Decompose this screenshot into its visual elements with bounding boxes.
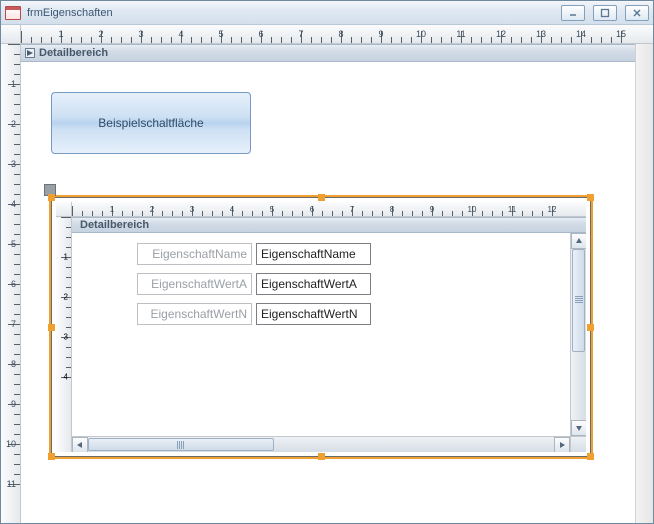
subform-horizontal-scrollbar[interactable]	[72, 436, 570, 452]
design-canvas[interactable]: Detailbereich Beispielschaltfläche	[21, 44, 653, 523]
subform-inner: 123456789101112 1234 Detailbereich	[56, 202, 586, 452]
field-label[interactable]: EigenschaftName	[137, 243, 252, 265]
subform-vertical-ruler[interactable]: 1234	[56, 217, 72, 452]
window-title: frmEigenschaften	[27, 7, 553, 19]
resize-handle[interactable]	[48, 324, 55, 331]
field-textbox[interactable]: EigenschaftWertN	[256, 303, 371, 325]
expand-icon	[25, 48, 35, 58]
resize-handle[interactable]	[318, 453, 325, 460]
field-row[interactable]: EigenschaftWertN EigenschaftWertN	[137, 303, 371, 325]
titlebar: frmEigenschaften	[1, 1, 653, 25]
scroll-left-button[interactable]	[72, 437, 88, 452]
form-icon	[5, 6, 21, 20]
resize-handle[interactable]	[587, 194, 594, 201]
field-textbox[interactable]: EigenschaftName	[256, 243, 371, 265]
vertical-ruler[interactable]: 1234567891011	[1, 44, 21, 523]
scroll-track[interactable]	[88, 437, 554, 452]
resize-handle[interactable]	[48, 453, 55, 460]
maximize-button[interactable]	[593, 5, 617, 21]
field-label[interactable]: EigenschaftWertN	[137, 303, 252, 325]
subform-vertical-scrollbar[interactable]	[570, 233, 586, 436]
scroll-corner	[570, 436, 586, 452]
select-all-corner[interactable]	[1, 25, 21, 43]
detail-area[interactable]: Beispielschaltfläche	[21, 62, 653, 502]
section-header-label: Detailbereich	[39, 47, 108, 59]
horizontal-ruler[interactable]: 123456789101112131415	[21, 25, 653, 43]
sample-button-label: Beispielschaltfläche	[98, 116, 203, 130]
scroll-thumb[interactable]	[88, 438, 274, 451]
field-label[interactable]: EigenschaftWertA	[137, 273, 252, 295]
minimize-button[interactable]	[561, 5, 585, 21]
field-row[interactable]: EigenschaftName EigenschaftName	[137, 243, 371, 265]
scroll-track[interactable]	[571, 249, 586, 420]
field-row[interactable]: EigenschaftWertA EigenschaftWertA	[137, 273, 371, 295]
scroll-up-button[interactable]	[571, 233, 586, 249]
resize-handle[interactable]	[587, 453, 594, 460]
ruler-band: 123456789101112131415	[1, 25, 653, 44]
subform-section-header[interactable]: Detailbereich	[72, 217, 586, 233]
subform-select-all-corner[interactable]	[56, 202, 72, 216]
design-area-edge	[635, 44, 653, 523]
scroll-thumb[interactable]	[572, 249, 585, 352]
resize-handle[interactable]	[318, 194, 325, 201]
subform-detail-area[interactable]: EigenschaftName EigenschaftName Eigensch…	[72, 233, 586, 403]
scroll-down-button[interactable]	[571, 420, 586, 436]
subform-ruler-band: 123456789101112	[56, 202, 586, 217]
scroll-right-button[interactable]	[554, 437, 570, 452]
field-textbox[interactable]: EigenschaftWertA	[256, 273, 371, 295]
close-button[interactable]	[625, 5, 649, 21]
subform-horizontal-ruler[interactable]: 123456789101112	[72, 202, 586, 216]
resize-handle[interactable]	[48, 194, 55, 201]
resize-handle[interactable]	[587, 324, 594, 331]
subform-canvas[interactable]: Detailbereich EigenschaftName Eigenschaf…	[72, 217, 586, 452]
subform-section-header-label: Detailbereich	[80, 219, 149, 231]
sample-button-control[interactable]: Beispielschaltfläche	[51, 92, 251, 154]
access-form-window: frmEigenschaften 123456789101112131415 1…	[0, 0, 654, 524]
subform-control[interactable]: 123456789101112 1234 Detailbereich	[51, 197, 591, 457]
section-header-detail[interactable]: Detailbereich	[21, 44, 653, 62]
